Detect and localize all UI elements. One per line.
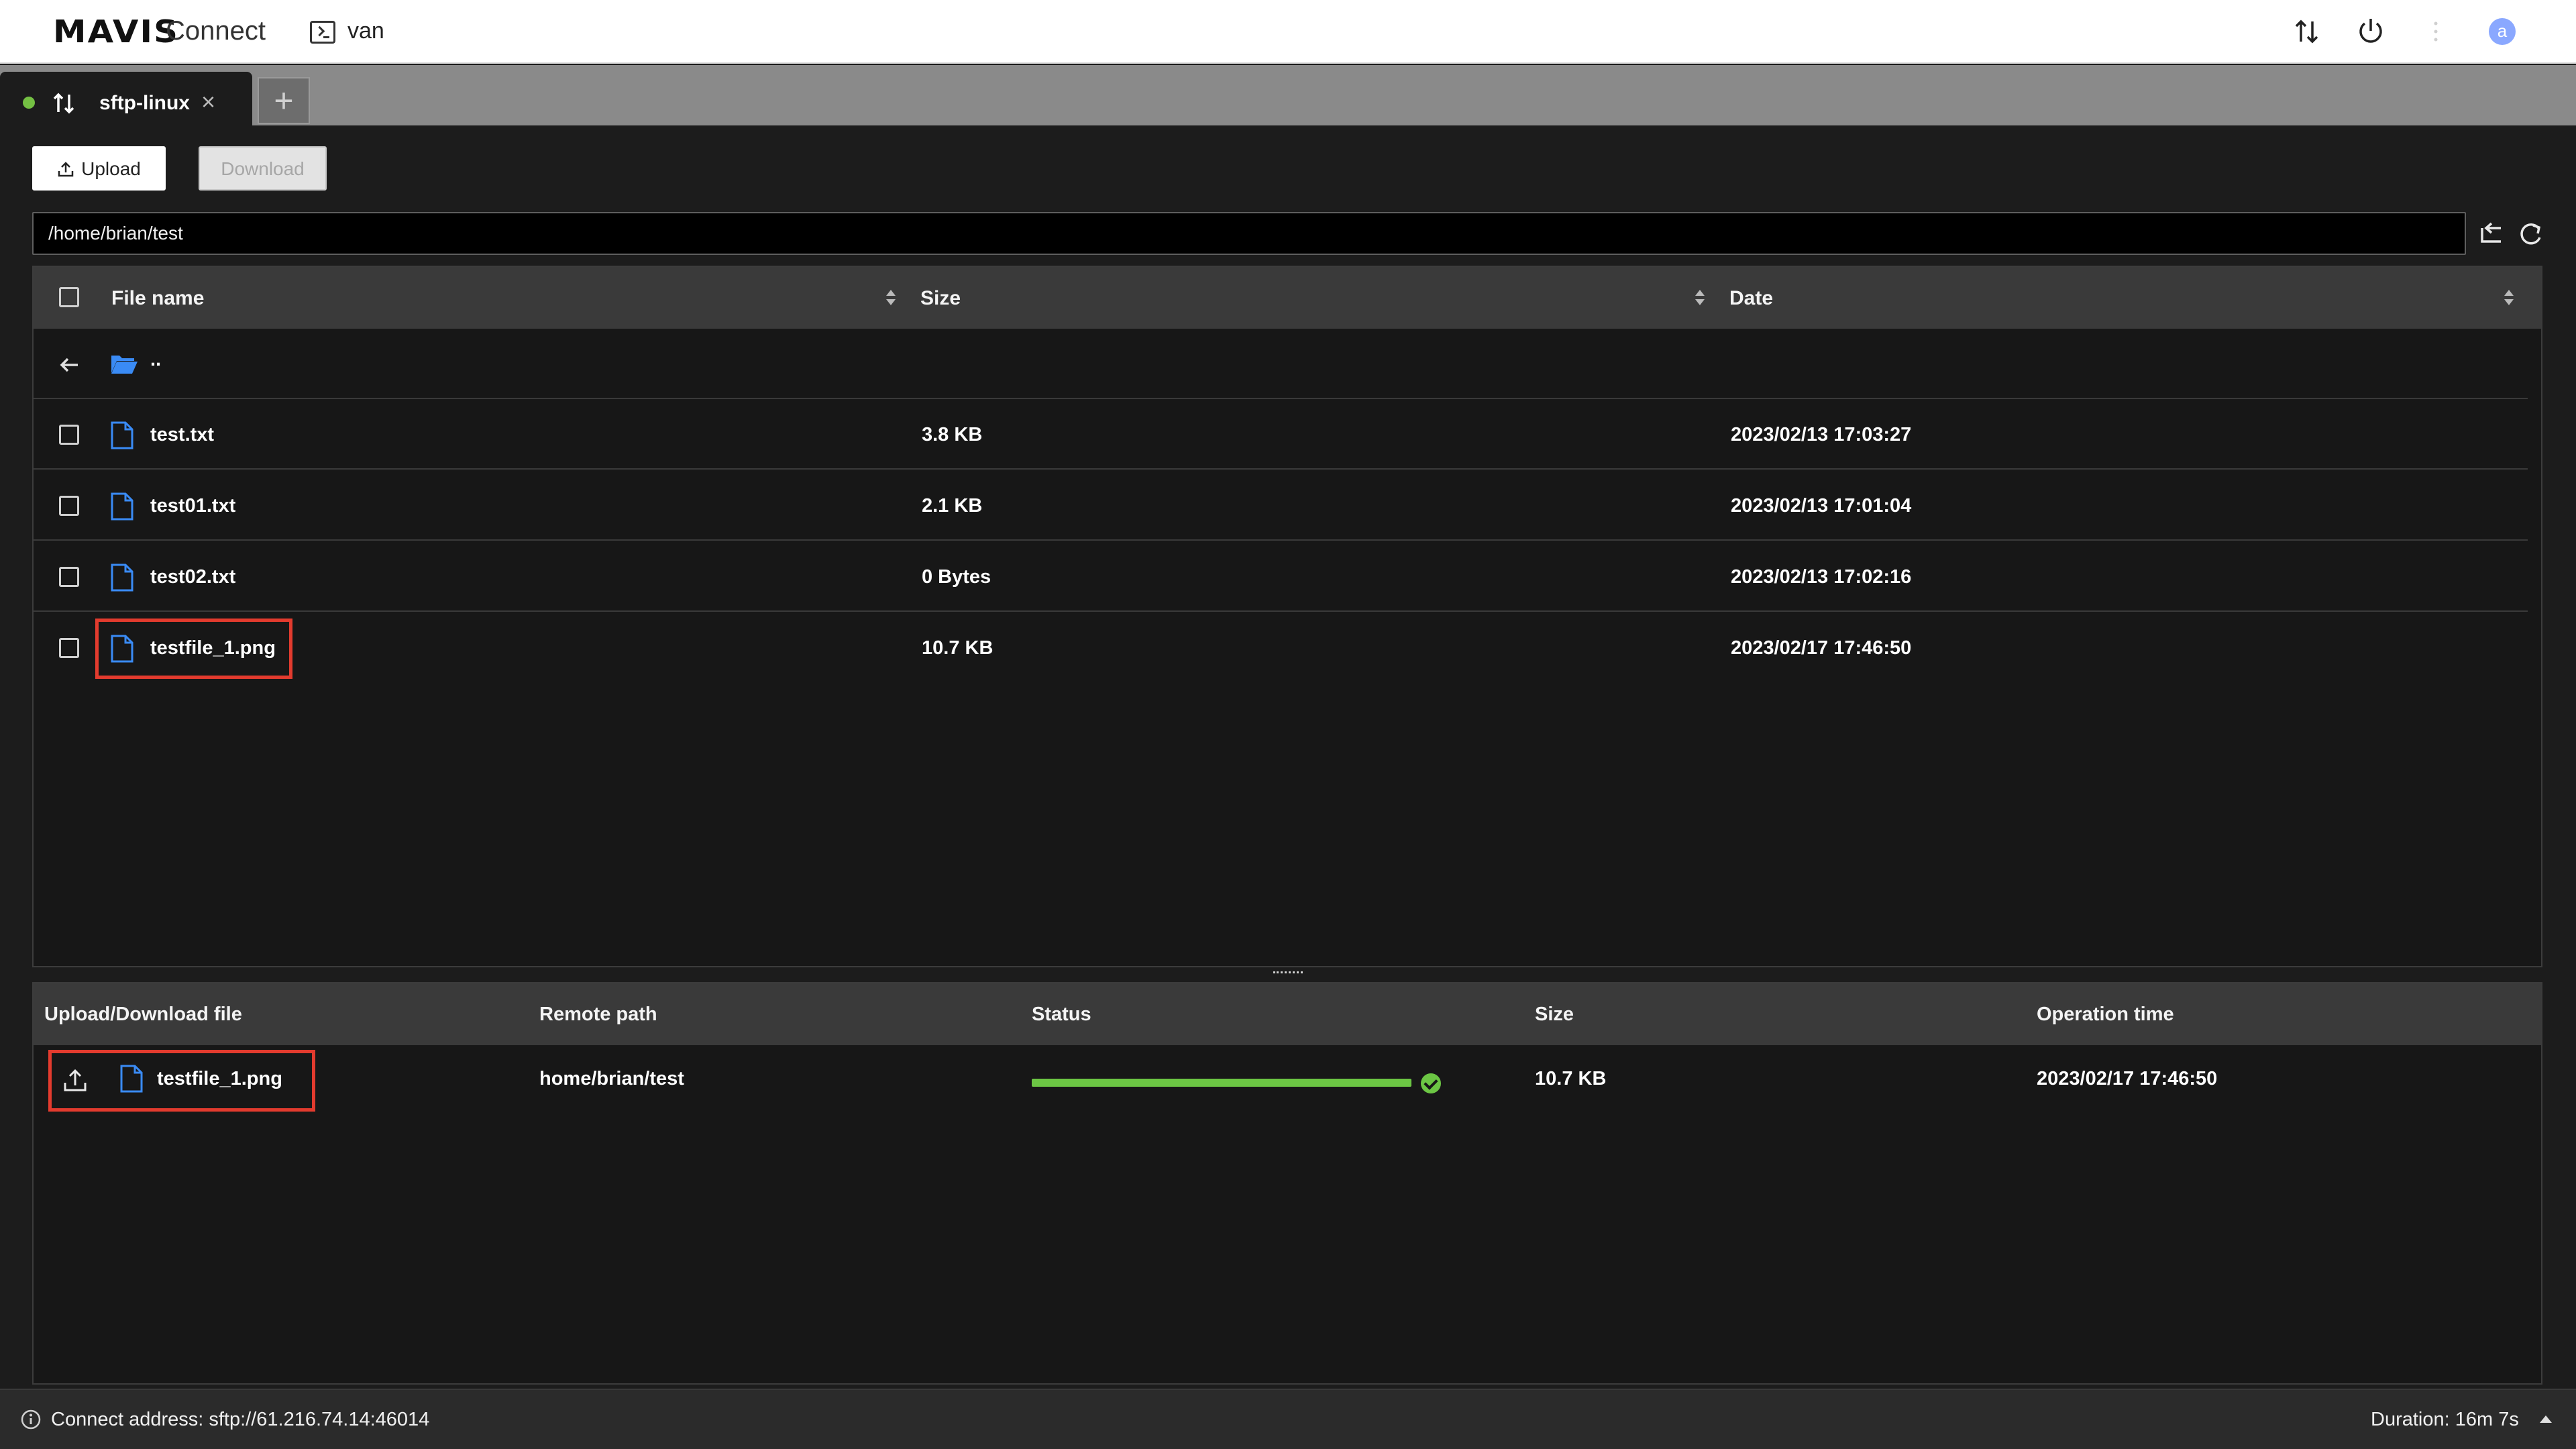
caret-up-icon[interactable]	[2540, 1415, 2552, 1423]
highlight-box	[95, 619, 292, 679]
transfer-remote-path: home/brian/test	[539, 1068, 684, 1089]
file-table: File name Size Date .. test.txt 3.8 KB 2…	[32, 266, 2542, 967]
tab-close-icon[interactable]: ×	[201, 88, 215, 116]
column-header-file-name[interactable]: File name	[111, 287, 204, 310]
file-name[interactable]: test02.txt	[150, 566, 235, 588]
file-size: 10.7 KB	[922, 637, 994, 659]
file-size: 0 Bytes	[922, 566, 991, 588]
upload-icon	[58, 162, 74, 177]
file-row[interactable]: testfile_1.png 10.7 KB 2023/02/17 17:46:…	[34, 612, 2528, 683]
upload-button[interactable]: Upload	[32, 146, 166, 191]
highlight-box	[48, 1050, 315, 1112]
host-name[interactable]: van	[347, 18, 384, 44]
power-icon[interactable]	[2354, 15, 2387, 48]
file-icon	[111, 564, 133, 592]
column-header-operation-time: Operation time	[2037, 1004, 2174, 1025]
sort-size-icon[interactable]	[1695, 288, 1705, 309]
transfer-table-header: Upload/Download file Remote path Status …	[34, 983, 2541, 1045]
transfer-row[interactable]: testfile_1.png home/brian/test 10.7 KB 2…	[34, 1045, 2541, 1116]
parent-directory-label: ..	[150, 349, 162, 370]
connected-status-dot	[23, 97, 35, 109]
transfer-table: Upload/Download file Remote path Status …	[32, 982, 2542, 1385]
product-name: Connect	[166, 16, 266, 46]
file-row[interactable]: test01.txt 2.1 KB 2023/02/13 17:01:04	[34, 470, 2528, 541]
tab-sftp-linux[interactable]: sftp-linux ×	[0, 72, 252, 125]
row-checkbox[interactable]	[59, 496, 79, 516]
file-table-header: File name Size Date	[34, 267, 2541, 329]
file-icon	[111, 492, 133, 521]
row-checkbox[interactable]	[59, 567, 79, 587]
parent-directory-row[interactable]: ..	[34, 329, 2528, 399]
file-name[interactable]: test.txt	[150, 424, 214, 446]
status-bar: Connect address: sftp://61.216.74.14:460…	[0, 1389, 2576, 1449]
app-window: MAVIS Connect van a sftp-linux × + Uploa…	[0, 0, 2576, 1449]
file-date: 2023/02/17 17:46:50	[1731, 637, 1912, 659]
file-size: 3.8 KB	[922, 424, 983, 445]
transfer-progress-bar	[1032, 1079, 1411, 1087]
return-icon[interactable]	[2477, 220, 2506, 250]
file-date: 2023/02/13 17:01:04	[1731, 495, 1912, 517]
back-arrow-icon[interactable]	[58, 353, 82, 377]
column-header-transfer-size: Size	[1535, 1004, 1574, 1025]
select-all-checkbox[interactable]	[59, 287, 79, 307]
file-date: 2023/02/13 17:03:27	[1731, 424, 1912, 445]
column-header-remote-path: Remote path	[539, 1004, 657, 1025]
transfer-icon[interactable]	[2290, 15, 2324, 48]
file-icon	[111, 421, 133, 449]
terminal-icon	[310, 21, 335, 44]
transfer-operation-time: 2023/02/17 17:46:50	[2037, 1068, 2218, 1089]
column-header-status: Status	[1032, 1004, 1091, 1025]
file-name[interactable]: test01.txt	[150, 495, 235, 517]
success-check-icon	[1421, 1073, 1441, 1093]
path-input[interactable]: /home/brian/test	[32, 212, 2466, 255]
sftp-transfer-icon	[53, 93, 74, 114]
panel-resize-handle[interactable]	[1273, 971, 1303, 977]
user-avatar[interactable]: a	[2489, 18, 2516, 45]
file-row[interactable]: test.txt 3.8 KB 2023/02/13 17:03:27	[34, 399, 2528, 470]
info-icon	[21, 1409, 41, 1430]
folder-open-icon	[111, 356, 138, 374]
session-duration: Duration: 16m 7s	[2371, 1409, 2519, 1430]
row-checkbox[interactable]	[59, 638, 79, 658]
column-header-size[interactable]: Size	[920, 287, 961, 310]
transfer-progress-fill	[1032, 1079, 1411, 1087]
top-header: MAVIS Connect van a	[0, 0, 2576, 64]
sort-date-icon[interactable]	[2504, 288, 2514, 309]
sort-file-name-icon[interactable]	[885, 288, 896, 309]
row-checkbox[interactable]	[59, 425, 79, 445]
connect-address: Connect address: sftp://61.216.74.14:460…	[51, 1409, 430, 1430]
more-vertical-icon[interactable]	[2419, 15, 2453, 48]
tab-label: sftp-linux	[99, 92, 190, 114]
app-logo: MAVIS	[53, 13, 180, 50]
file-date: 2023/02/13 17:02:16	[1731, 566, 1912, 588]
download-button[interactable]: Download	[199, 146, 327, 191]
column-header-date[interactable]: Date	[1729, 287, 1773, 310]
file-row[interactable]: test02.txt 0 Bytes 2023/02/13 17:02:16	[34, 541, 2528, 612]
upload-label: Upload	[81, 158, 141, 179]
column-header-transfer-file: Upload/Download file	[44, 1004, 242, 1025]
refresh-icon[interactable]	[2516, 220, 2545, 250]
file-size: 2.1 KB	[922, 495, 983, 517]
session-tabbar: sftp-linux ×	[0, 65, 2576, 125]
add-tab-button[interactable]: +	[258, 77, 310, 124]
transfer-size: 10.7 KB	[1535, 1068, 1607, 1089]
